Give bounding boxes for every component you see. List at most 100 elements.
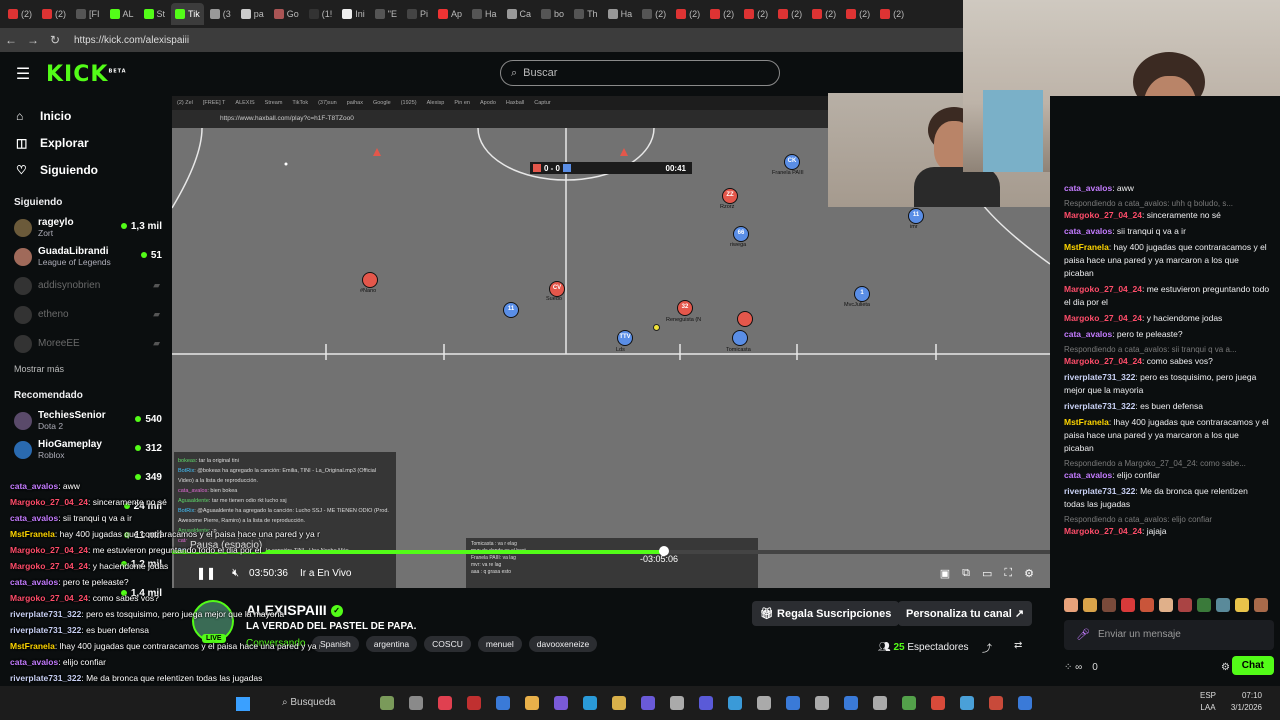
emote-icon[interactable] bbox=[1197, 598, 1211, 612]
browser-tab[interactable]: (2) bbox=[638, 3, 670, 25]
taskbar-app-icon[interactable] bbox=[728, 696, 742, 710]
browser-tab[interactable]: (2) bbox=[876, 3, 908, 25]
sidebar-channel-offline[interactable]: etheno ▰ bbox=[0, 300, 172, 329]
settings-icon[interactable]: ⚙ bbox=[1221, 662, 1230, 673]
browser-tab[interactable]: Ini bbox=[338, 3, 369, 25]
taskbar-app-icon[interactable] bbox=[960, 696, 974, 710]
taskbar-app-icon[interactable] bbox=[1018, 696, 1032, 710]
taskbar-app-icon[interactable] bbox=[902, 696, 916, 710]
taskbar-app-icon[interactable] bbox=[989, 696, 1003, 710]
points-icon[interactable]: ⁘ ∞ bbox=[1064, 662, 1082, 673]
chat-send-button[interactable]: Chat bbox=[1231, 656, 1274, 675]
sidebar-channel-offline[interactable]: MoreeEE ▰ bbox=[0, 329, 172, 358]
taskbar-app-icon[interactable] bbox=[844, 696, 858, 710]
emote-icon[interactable] bbox=[1064, 598, 1078, 612]
chat-username[interactable]: cata_avalos bbox=[1064, 226, 1112, 236]
browser-tab[interactable]: Th bbox=[570, 3, 602, 25]
taskbar-app-icon[interactable] bbox=[873, 696, 887, 710]
progress-thumb[interactable] bbox=[658, 546, 669, 556]
chat-username[interactable]: MstFranela bbox=[1064, 242, 1109, 252]
chat-username[interactable]: riverplate731_322 bbox=[1064, 486, 1135, 496]
browser-tab[interactable]: Ap bbox=[434, 3, 466, 25]
browser-tab[interactable]: (2) bbox=[706, 3, 738, 25]
browser-tab[interactable]: Ha bbox=[468, 3, 501, 25]
windows-start-icon[interactable] bbox=[236, 697, 250, 711]
emote-icon[interactable] bbox=[1102, 598, 1116, 612]
browser-tab[interactable]: (1! bbox=[305, 3, 337, 25]
chat-username[interactable]: riverplate731_322 bbox=[1064, 401, 1135, 411]
sidebar-channel-rageylo[interactable]: rageylo Zort 1,3 mil bbox=[0, 213, 172, 242]
clip-icon[interactable]: ⧉ bbox=[962, 567, 970, 580]
emote-icon[interactable] bbox=[1159, 598, 1173, 612]
taskbar-app-icon[interactable] bbox=[670, 696, 684, 710]
taskbar-app-icon[interactable] bbox=[438, 696, 452, 710]
chat-username[interactable]: riverplate731_322 bbox=[1064, 372, 1135, 382]
sidebar-channel-offline[interactable]: addisynobrien ▰ bbox=[0, 271, 172, 300]
taskbar-app-icon[interactable] bbox=[757, 696, 771, 710]
taskbar-app-icon[interactable] bbox=[583, 696, 597, 710]
taskbar-app-icon[interactable] bbox=[380, 696, 394, 710]
browser-tab[interactable]: "E bbox=[371, 3, 401, 25]
taskbar-app-icon[interactable] bbox=[409, 696, 423, 710]
browser-tab[interactable]: (3 bbox=[206, 3, 235, 25]
taskbar-app-icon[interactable] bbox=[931, 696, 945, 710]
gift-subs-button[interactable]: 🎁︎ Regala Suscripciones bbox=[752, 601, 900, 626]
taskbar-app-icon[interactable] bbox=[641, 696, 655, 710]
browser-tab[interactable]: pa bbox=[237, 3, 268, 25]
browser-tab[interactable]: Go bbox=[270, 3, 303, 25]
nav-inicio[interactable]: ⌂ Inicio bbox=[0, 102, 172, 129]
emote-icon[interactable] bbox=[1178, 598, 1192, 612]
taskbar-app-icon[interactable] bbox=[525, 696, 539, 710]
chat-username[interactable]: Margoko_27_04_24 bbox=[1064, 210, 1142, 220]
nav-explorar[interactable]: ◫ Explorar bbox=[0, 129, 172, 156]
language-indicator[interactable]: ESP LAA bbox=[1200, 690, 1216, 714]
taskbar-app-icon[interactable] bbox=[554, 696, 568, 710]
sidebar-channel-guadalibrandi[interactable]: GuadaLibrandi League of Legends 51 bbox=[0, 242, 172, 271]
browser-tab[interactable]: (2) bbox=[808, 3, 840, 25]
browser-tab[interactable]: (2) bbox=[842, 3, 874, 25]
chat-username[interactable]: Margoko_27_04_24 bbox=[1064, 356, 1142, 366]
chat-username[interactable]: Margoko_27_04_24 bbox=[1064, 526, 1142, 536]
taskbar-app-icon[interactable] bbox=[699, 696, 713, 710]
taskbar-app-icon[interactable] bbox=[612, 696, 626, 710]
clock[interactable]: 07:10 3/1/2026 bbox=[1231, 690, 1262, 714]
sidebar-channel-hiogameplay[interactable]: HioGameplay Roblox 312 bbox=[0, 435, 172, 464]
tag[interactable]: argentina bbox=[365, 636, 418, 652]
emote-icon[interactable] bbox=[1216, 598, 1230, 612]
fullscreen-icon[interactable]: ⛶ bbox=[1004, 567, 1012, 580]
browser-tab[interactable]: Ha bbox=[604, 3, 637, 25]
chat-username[interactable]: cata_avalos bbox=[1064, 470, 1112, 480]
chat-username[interactable]: cata_avalos bbox=[1064, 183, 1112, 193]
more-options-icon[interactable]: ⇄ bbox=[1014, 640, 1022, 651]
show-more-link[interactable]: Mostrar más bbox=[0, 364, 172, 382]
browser-tab[interactable]: AL bbox=[106, 3, 138, 25]
theater-icon[interactable]: ▭ bbox=[982, 567, 992, 580]
chat-username[interactable]: MstFranela bbox=[1064, 417, 1109, 427]
taskbar-app-icon[interactable] bbox=[786, 696, 800, 710]
nav-siguiendo[interactable]: ♡ Siguiendo bbox=[0, 156, 172, 183]
chat-username[interactable]: Margoko_27_04_24 bbox=[1064, 284, 1142, 294]
chat-username[interactable]: Margoko_27_04_24 bbox=[1064, 313, 1142, 323]
taskbar-app-icon[interactable] bbox=[496, 696, 510, 710]
browser-tab[interactable]: (2) bbox=[38, 3, 70, 25]
emote-icon[interactable] bbox=[1140, 598, 1154, 612]
customize-channel-button[interactable]: Personaliza tu canal ↗ bbox=[898, 601, 1033, 626]
chat-username[interactable]: cata_avalos bbox=[1064, 329, 1112, 339]
browser-tab[interactable]: (2) bbox=[672, 3, 704, 25]
browser-tab[interactable]: Ca bbox=[503, 3, 536, 25]
tag[interactable]: menuel bbox=[477, 636, 522, 652]
emote-icon[interactable] bbox=[1083, 598, 1097, 612]
menu-icon[interactable]: ☰ bbox=[0, 64, 46, 84]
browser-tab[interactable]: Pi bbox=[403, 3, 432, 25]
taskbar-app-icon[interactable] bbox=[815, 696, 829, 710]
browser-tab[interactable]: (2) bbox=[740, 3, 772, 25]
browser-tab[interactable]: [FI bbox=[72, 3, 104, 25]
taskbar-app-icon[interactable] bbox=[467, 696, 481, 710]
back-icon[interactable]: ← bbox=[0, 33, 22, 47]
tag[interactable]: COSCU bbox=[424, 636, 471, 652]
quality-icon[interactable]: ⚙ bbox=[1024, 567, 1034, 580]
share-icon[interactable]: ⤴ bbox=[982, 640, 992, 655]
emote-icon[interactable] bbox=[1254, 598, 1268, 612]
browser-tab[interactable]: Tik bbox=[171, 3, 204, 25]
browser-tab[interactable]: St bbox=[140, 3, 170, 25]
